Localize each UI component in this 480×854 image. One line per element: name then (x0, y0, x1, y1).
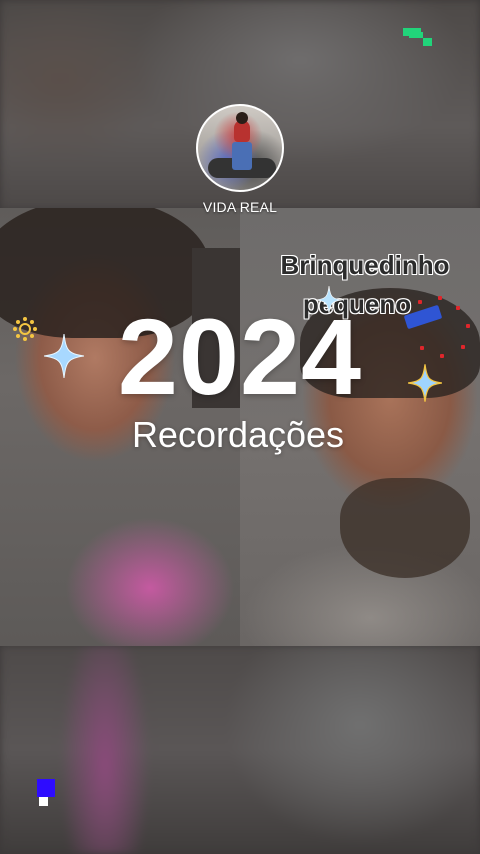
avatar-detail (236, 112, 248, 124)
blue-square-icon (37, 779, 55, 807)
video-stage[interactable]: VIDA REAL Brinquedinho pequeno 2024 Reco… (0, 0, 480, 854)
blurred-background-bottom (0, 645, 480, 854)
channel-avatar[interactable] (196, 104, 284, 192)
headline-subtitle: Recordações (131, 414, 345, 455)
avatar-detail (232, 142, 252, 170)
decor-dot (438, 296, 442, 300)
headline-year: 2024 (117, 296, 363, 417)
sticker-text-line1: Brinquedinho (280, 250, 450, 280)
channel-name[interactable]: VIDA REAL (0, 199, 480, 215)
app-logo-icon (403, 28, 433, 48)
photo-detail (340, 478, 470, 578)
